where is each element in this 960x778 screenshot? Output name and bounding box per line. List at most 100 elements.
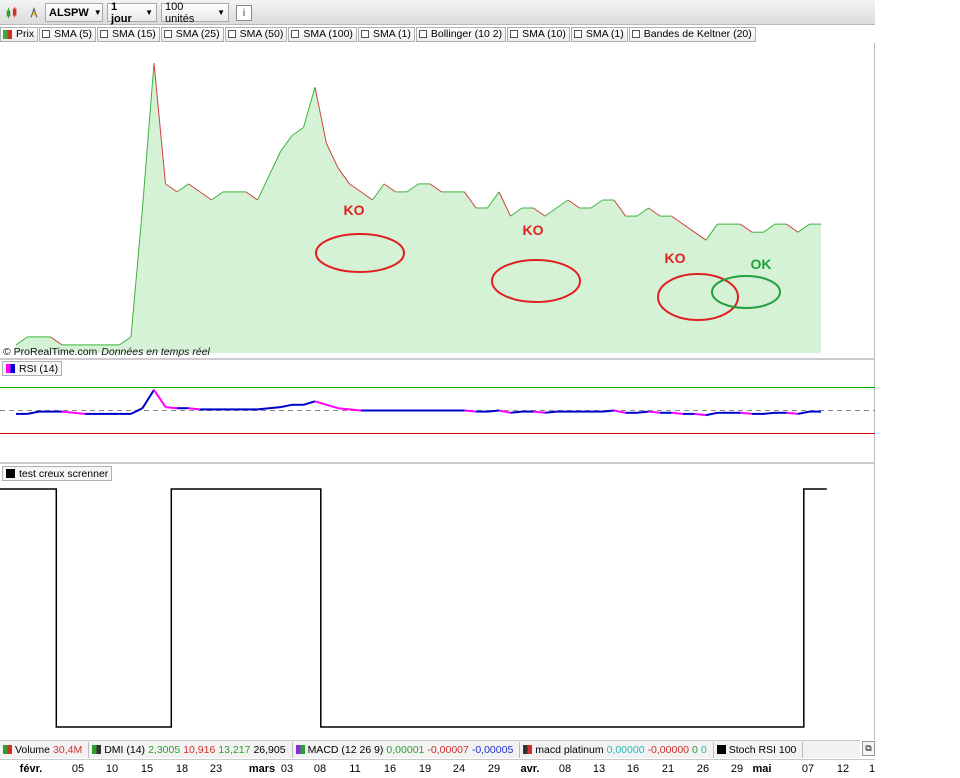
x-tick-label: 23: [209, 763, 223, 775]
period-select[interactable]: 1 jour ▼: [107, 0, 157, 25]
rsi-segment: [257, 407, 270, 411]
indicator-sma[interactable]: SMA (1): [570, 26, 628, 42]
macd-platinum-value-1: 0,00000: [606, 743, 645, 756]
x-tick-label: avr.: [520, 763, 540, 775]
realtime-label: Données en temps réel: [101, 346, 210, 358]
rsi-segment: [61, 410, 74, 414]
indicator-sma[interactable]: SMA (15): [97, 26, 160, 42]
info-icon[interactable]: i: [236, 5, 252, 21]
toolbar: ALSPW ▼ 1 jour ▼ 100 unités ▼ i: [0, 0, 875, 25]
indicator-label: SMA (50): [239, 28, 284, 40]
macd-indicator[interactable]: MACD (12 26 9) 0,00001 -0,00007 -0,00005: [293, 741, 521, 758]
indicator-label: Bandes de Keltner (20): [643, 28, 752, 40]
volume-label: Volume: [15, 743, 51, 756]
checkbox-icon: [227, 30, 236, 38]
rsi-segment: [73, 411, 86, 415]
chart-canvas[interactable]: [0, 43, 875, 758]
x-axis: févr. 05 10 15 18 23 mars 03 08 11 16 19…: [0, 759, 875, 778]
units-label: 100 unités: [165, 0, 195, 25]
chevron-down-icon: ▼: [145, 8, 153, 17]
candlestick-icon[interactable]: [2, 3, 22, 22]
chart-background: [0, 43, 875, 758]
macd-platinum-value-4: 0: [700, 743, 707, 756]
x-tick-label: 16: [626, 763, 640, 775]
x-tick-label: 24: [452, 763, 466, 775]
rsi-segment: [763, 411, 776, 415]
dmi-swatch-icon: [92, 745, 102, 754]
x-tick-label: 05: [71, 763, 85, 775]
macd-value-3: -0,00005: [471, 743, 514, 756]
rsi-segment: [694, 412, 707, 417]
x-tick-label: 11: [349, 763, 361, 775]
macd-platinum-label: macd platinum: [535, 743, 604, 756]
checkbox-icon: [418, 30, 427, 38]
annotation-ko: KO: [664, 250, 686, 266]
indicator-bollinger[interactable]: Bollinger (10 2): [415, 26, 507, 42]
test-panel-label[interactable]: test creux screnner: [2, 466, 113, 481]
indicator-keltner[interactable]: Bandes de Keltner (20): [628, 26, 756, 42]
indicator-sma[interactable]: SMA (10): [507, 26, 570, 42]
period-label: 1 jour: [111, 0, 132, 25]
rsi-segment: [533, 410, 546, 414]
x-tick-label: 29: [730, 763, 744, 775]
indicator-sma[interactable]: SMA (5): [39, 26, 97, 42]
indicator-label: SMA (15): [112, 28, 156, 40]
chevron-down-icon: ▼: [93, 8, 102, 17]
dmi-indicator[interactable]: DMI (14) 2,3005 10,916 13,217 26,905: [89, 741, 293, 758]
indicator-strip: Prix SMA (5) SMA (15) SMA (25) SMA (50) …: [0, 25, 780, 43]
dmi-value-4: 26,905: [253, 743, 286, 756]
checkbox-icon: [510, 30, 519, 38]
indicator-prix[interactable]: Prix: [0, 26, 39, 42]
indicator-label: Bollinger (10 2): [430, 28, 503, 40]
rsi-label: RSI (14): [19, 362, 59, 375]
drawing-tool-icon[interactable]: [26, 3, 42, 22]
x-tick-label: 10: [105, 763, 119, 775]
x-tick-label: 21: [661, 763, 675, 775]
x-tick-label: 08: [313, 763, 327, 775]
panel-toggle-icon[interactable]: ⧉: [862, 741, 875, 756]
indicator-label: SMA (100): [303, 28, 353, 40]
stoch-rsi-indicator[interactable]: Stoch RSI 100: [714, 741, 804, 758]
rsi-segment: [165, 406, 178, 410]
x-tick-label: 08: [558, 763, 572, 775]
units-select[interactable]: 100 unités ▼: [161, 0, 229, 25]
indicator-label: SMA (5): [54, 28, 93, 40]
rsi-segment: [786, 411, 799, 415]
x-tick-label: mai: [752, 763, 772, 775]
checkbox-icon: [100, 30, 109, 38]
rsi-segment: [636, 410, 649, 414]
annotation-ko: KO: [522, 222, 544, 238]
volume-indicator[interactable]: Volume 30,4M: [0, 741, 90, 758]
macd-value-2: -0,00007: [427, 743, 469, 756]
macd-platinum-indicator[interactable]: macd platinum 0,00000 -0,00000 0 0: [520, 741, 714, 758]
rsi-segment: [544, 410, 557, 414]
checkbox-icon: [573, 30, 582, 38]
indicator-label: SMA (25): [175, 28, 220, 40]
annotation-ok: OK: [750, 256, 772, 272]
x-tick-label: 03: [280, 763, 294, 775]
indicator-sma[interactable]: SMA (25): [160, 26, 224, 42]
macd-platinum-swatch-icon: [523, 745, 533, 754]
x-tick-label: févr.: [19, 763, 43, 775]
indicator-sma[interactable]: SMA (100): [288, 26, 357, 42]
stoch-rsi-label: Stoch RSI 100: [728, 743, 797, 756]
dmi-value-2: 10,916: [183, 743, 216, 756]
test-swatch-icon: [6, 469, 15, 478]
test-label: test creux screnner: [19, 467, 109, 480]
rsi-segment: [349, 408, 362, 412]
rsi-segment: [337, 407, 350, 411]
x-tick-label: 1: [868, 763, 876, 775]
source-note: © ProRealTime.com Données en temps réel: [3, 346, 210, 358]
symbol-select[interactable]: ALSPW ▼: [45, 3, 103, 22]
rsi-segment: [487, 409, 500, 413]
dmi-label: DMI (14): [104, 743, 146, 756]
x-tick-label: 12: [836, 763, 850, 775]
rsi-segment: [464, 409, 477, 413]
rsi-panel-label[interactable]: RSI (14): [2, 361, 63, 376]
macd-value-1: 0,00001: [386, 743, 425, 756]
x-tick-label: 07: [801, 763, 815, 775]
x-tick-label: 26: [696, 763, 710, 775]
checkbox-icon: [360, 30, 369, 38]
indicator-sma[interactable]: SMA (50): [224, 26, 288, 42]
indicator-sma[interactable]: SMA (1): [357, 26, 415, 42]
